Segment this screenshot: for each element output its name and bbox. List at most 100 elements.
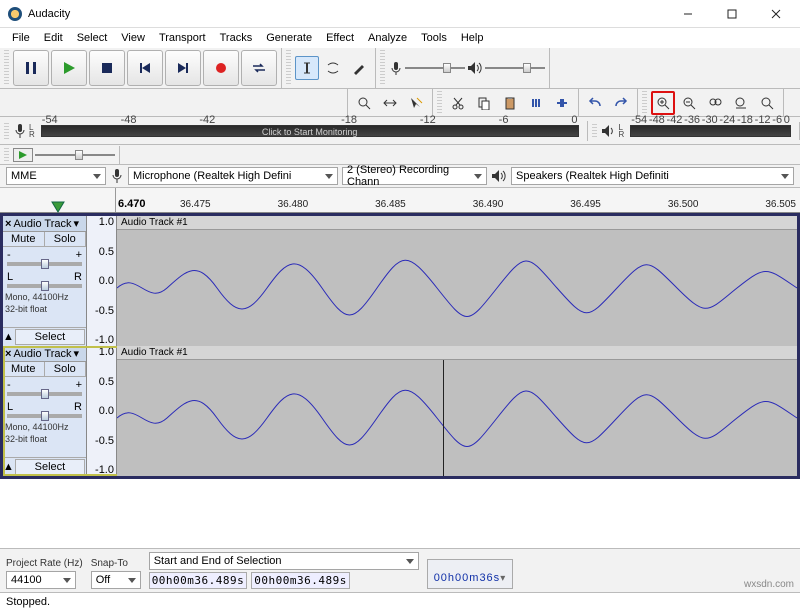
menu-tracks[interactable]: Tracks [214,30,259,46]
skip-start-button[interactable] [127,50,163,86]
titlebar: Audacity [0,0,800,28]
audio-host-dropdown[interactable]: MME [6,167,106,185]
record-channels-dropdown[interactable]: 2 (Stereo) Recording Chann [342,167,487,185]
menu-file[interactable]: File [6,30,36,46]
watermark: wxsdn.com [744,579,794,590]
waveform-display[interactable]: Audio Track #1 [117,216,797,346]
speaker-icon [467,61,483,75]
record-device-dropdown[interactable]: Microphone (Realtek High Defini [128,167,338,185]
meters-row: LR Click to Start Monitoring -54-48-42-1… [0,117,800,145]
selection-end-field[interactable]: 00h00m36.489s [251,572,350,589]
copy-icon[interactable] [472,91,496,115]
record-meter[interactable]: Click to Start Monitoring -54-48-42-18-1… [41,125,579,137]
selection-start-field[interactable]: 00h00m36.489s [149,572,248,589]
menu-effect[interactable]: Effect [320,30,360,46]
app-title: Audacity [28,8,666,20]
menu-transport[interactable]: Transport [153,30,212,46]
fit-project-icon[interactable] [729,91,753,115]
play-speed-slider[interactable] [35,150,115,160]
track-control-panel[interactable]: ×Audio Track▾ MuteSolo -+ LR Mono, 44100… [3,346,87,476]
status-bar: Stopped. [0,592,800,610]
menu-generate[interactable]: Generate [260,30,318,46]
speaker-device-icon [491,169,507,183]
audio-position-display[interactable]: 00h00m36s▾ [427,559,514,589]
skip-end-button[interactable] [165,50,201,86]
scrub-row [0,145,800,165]
record-button[interactable] [203,50,239,86]
record-volume-slider[interactable] [405,63,465,73]
amplitude-ruler: 1.00.50.0-0.5-1.0 [87,346,117,476]
track-area: ×Audio Track▾ MuteSolo -+ LR Mono, 44100… [0,213,800,479]
zoom-tool-icon[interactable] [352,91,376,115]
timeshift-tool-icon[interactable] [378,91,402,115]
envelope-tool-icon[interactable] [321,56,345,80]
collapse-icon[interactable]: ▲ [3,461,14,473]
zoom-out-icon[interactable] [677,91,701,115]
undo-icon[interactable] [583,91,607,115]
track-menu-icon[interactable]: ▾ [74,347,80,360]
zoom-toggle-icon[interactable] [755,91,779,115]
redo-icon[interactable] [609,91,633,115]
stop-button[interactable] [89,50,125,86]
playback-meter[interactable]: -54-48-42-36-30-24-18-12-60 [630,125,791,137]
gain-slider[interactable]: -+ [3,377,86,399]
mute-button[interactable]: Mute [3,362,45,376]
loop-button[interactable] [241,50,277,86]
play-at-speed-button[interactable] [13,148,33,162]
track-select-button[interactable]: Select [15,459,85,475]
selection-mode-dropdown[interactable]: Start and End of Selection [149,552,419,570]
track-close-icon[interactable]: × [5,218,11,230]
device-toolbar: MME Microphone (Realtek High Defini 2 (S… [0,165,800,188]
collapse-icon[interactable]: ▲ [3,331,14,343]
solo-button[interactable]: Solo [45,232,87,246]
app-logo [8,7,22,21]
playback-volume-slider[interactable] [485,63,545,73]
menu-edit[interactable]: Edit [38,30,69,46]
track-close-icon[interactable]: × [5,348,11,360]
selection-toolbar: Project Rate (Hz) 44100 Snap-To Off Star… [0,548,800,592]
timeline-start: 6.470 [118,198,146,210]
selection-tool-icon[interactable] [295,56,319,80]
close-button[interactable] [754,1,798,27]
playback-device-dropdown[interactable]: Speakers (Realtek High Definiti [511,167,794,185]
pause-button[interactable] [13,50,49,86]
snap-to-dropdown[interactable]: Off [91,571,141,589]
track-menu-icon[interactable]: ▾ [74,217,80,230]
menu-select[interactable]: Select [71,30,114,46]
waveform-display[interactable]: Audio Track #1 [117,346,797,476]
amplitude-ruler: 1.00.50.0-0.5-1.0 [87,216,117,346]
multi-tool-icon[interactable] [404,91,428,115]
solo-button[interactable]: Solo [45,362,87,376]
mic-device-icon [110,168,124,184]
fit-selection-icon[interactable] [703,91,727,115]
track-row: ×Audio Track▾ MuteSolo -+ LR Mono, 44100… [3,216,797,346]
paste-icon[interactable] [498,91,522,115]
record-meter-mic-icon[interactable] [13,123,27,139]
project-rate-dropdown[interactable]: 44100 [6,571,76,589]
menu-tools[interactable]: Tools [415,30,453,46]
menu-analyze[interactable]: Analyze [362,30,413,46]
mic-icon [389,61,403,75]
mute-button[interactable]: Mute [3,232,45,246]
play-button[interactable] [51,50,87,86]
draw-tool-icon[interactable] [347,56,371,80]
track-control-panel[interactable]: ×Audio Track▾ MuteSolo -+ LR Mono, 44100… [3,216,87,346]
silence-icon[interactable] [550,91,574,115]
trim-icon[interactable] [524,91,548,115]
track-select-button[interactable]: Select [15,329,85,345]
status-text: Stopped. [6,596,50,608]
track-row: ×Audio Track▾ MuteSolo -+ LR Mono, 44100… [3,346,797,476]
menu-view[interactable]: View [115,30,151,46]
cut-icon[interactable] [446,91,470,115]
gain-slider[interactable]: -+ [3,247,86,269]
menubar: File Edit Select View Transport Tracks G… [0,28,800,48]
menu-help[interactable]: Help [455,30,490,46]
play-meter-speaker-icon[interactable] [601,124,617,138]
pan-slider[interactable]: LR [3,269,86,291]
maximize-button[interactable] [710,1,754,27]
zoom-in-icon[interactable] [651,91,675,115]
timeline[interactable]: 6.470 36.47536.48036.48536.49036.49536.5… [0,188,800,213]
pan-slider[interactable]: LR [3,399,86,421]
toolbar-transport [0,48,800,89]
minimize-button[interactable] [666,1,710,27]
